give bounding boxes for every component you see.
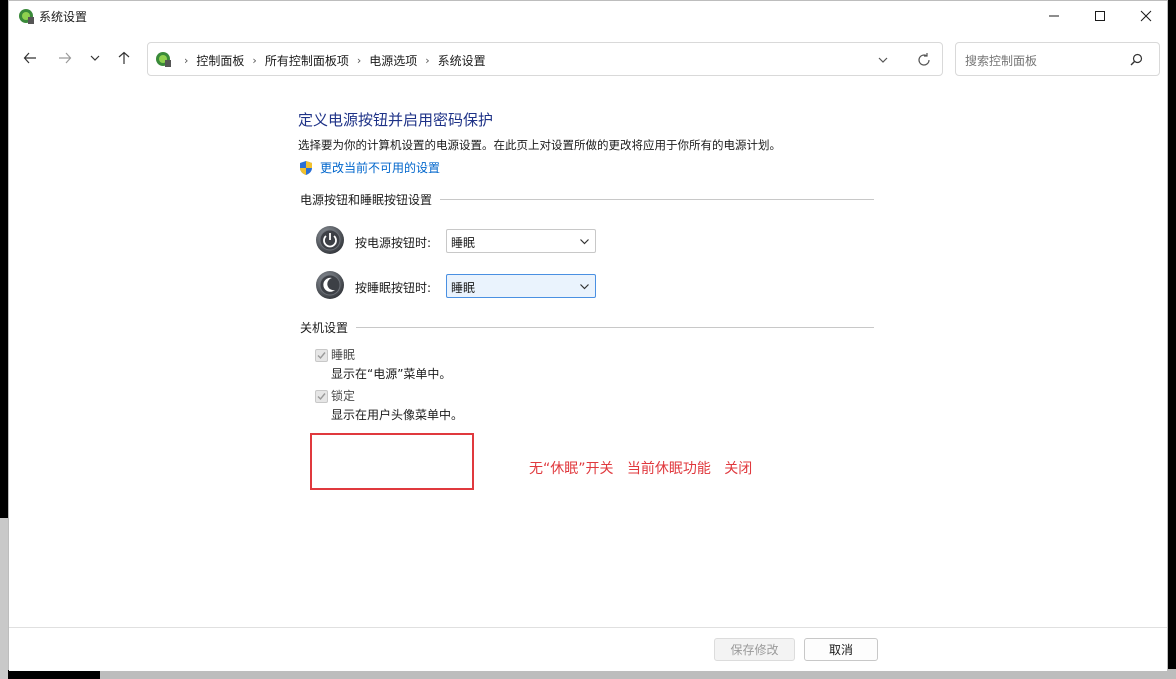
chevron-right-icon: › bbox=[184, 54, 189, 67]
sleep-checkbox[interactable] bbox=[315, 349, 328, 362]
arrow-left-icon bbox=[23, 52, 36, 64]
up-button[interactable] bbox=[113, 47, 135, 69]
chevron-right-icon: › bbox=[425, 54, 430, 67]
lock-option-label: 锁定 bbox=[331, 389, 356, 403]
power-button-label: 按电源按钮时: bbox=[355, 236, 432, 250]
select-value: 睡眠 bbox=[451, 281, 476, 295]
checkmark-icon bbox=[317, 393, 326, 401]
close-button[interactable] bbox=[1123, 1, 1169, 31]
breadcrumb-item[interactable]: 控制面板 bbox=[196, 52, 244, 69]
search-box[interactable]: 搜索控制面板 bbox=[955, 42, 1160, 76]
power-button-icon bbox=[316, 226, 344, 254]
lock-checkbox[interactable] bbox=[315, 390, 328, 403]
sleep-button-label: 按睡眠按钮时: bbox=[355, 281, 432, 295]
page-description: 选择要为你的计算机设置的电源设置。在此页上对设置所做的更改将应用于你所有的电源计… bbox=[298, 138, 781, 152]
sleep-option-description: 显示在“电源”菜单中。 bbox=[331, 367, 452, 381]
breadcrumb-item[interactable]: 系统设置 bbox=[438, 52, 486, 69]
chevron-right-icon: › bbox=[356, 54, 362, 67]
address-dropdown-icon[interactable] bbox=[876, 53, 890, 67]
recent-locations-button[interactable] bbox=[84, 47, 106, 69]
select-value: 睡眠 bbox=[451, 236, 476, 250]
change-link-label: 更改当前不可用的设置 bbox=[320, 161, 441, 175]
close-icon bbox=[1140, 10, 1152, 22]
arrow-right-icon bbox=[59, 52, 72, 64]
search-icon[interactable] bbox=[1130, 53, 1143, 66]
chevron-down-icon bbox=[580, 239, 589, 245]
lock-option-description: 显示在用户头像菜单中。 bbox=[331, 408, 464, 422]
forward-button[interactable] bbox=[54, 47, 76, 69]
minimize-icon bbox=[1049, 15, 1059, 17]
checkmark-icon bbox=[317, 352, 326, 360]
navigation-bar: › 控制面板 › 所有控制面板项 › 电源选项 › 系统设置 搜索控制面板 bbox=[9, 39, 1167, 79]
section-heading: 电源按钮和睡眠按钮设置 bbox=[300, 193, 433, 207]
system-settings-window: 系统设置 › 控制面板 › 所有控制面板项 › 电源选项 › 系统设置 搜索控制… bbox=[8, 0, 1168, 671]
buttons-section-header: 电源按钮和睡眠按钮设置 bbox=[300, 191, 874, 208]
control-panel-icon bbox=[19, 9, 34, 24]
breadcrumb-item[interactable]: 电源选项 bbox=[369, 52, 417, 69]
search-placeholder: 搜索控制面板 bbox=[965, 54, 1038, 68]
page-title: 定义电源按钮并启用密码保护 bbox=[298, 111, 494, 129]
highlight-box bbox=[310, 433, 474, 490]
cancel-button[interactable]: 取消 bbox=[804, 638, 878, 661]
save-changes-button[interactable]: 保存修改 bbox=[714, 638, 795, 661]
footer-bar: 保存修改 取消 bbox=[9, 627, 1167, 671]
maximize-button[interactable] bbox=[1077, 1, 1123, 31]
chevron-right-icon: › bbox=[252, 54, 257, 67]
desktop-background bbox=[0, 518, 8, 679]
sleep-button-icon bbox=[316, 271, 344, 299]
section-heading: 关机设置 bbox=[300, 321, 349, 335]
back-button[interactable] bbox=[19, 47, 41, 69]
maximize-icon bbox=[1095, 11, 1105, 21]
shield-icon bbox=[300, 160, 312, 175]
refresh-icon[interactable] bbox=[916, 52, 932, 68]
minimize-button[interactable] bbox=[1031, 1, 1077, 31]
shutdown-section-header: 关机设置 bbox=[300, 319, 874, 336]
divider bbox=[440, 199, 874, 200]
chevron-down-icon bbox=[580, 284, 589, 290]
power-button-action-select[interactable]: 睡眠 bbox=[446, 229, 596, 253]
window-title: 系统设置 bbox=[39, 10, 88, 24]
control-panel-icon bbox=[156, 52, 171, 67]
chevron-down-icon bbox=[90, 55, 100, 61]
title-bar: 系统设置 bbox=[9, 1, 1167, 31]
address-bar[interactable]: › 控制面板 › 所有控制面板项 › 电源选项 › 系统设置 bbox=[147, 42, 943, 76]
breadcrumb: › 控制面板 › 所有控制面板项 › 电源选项 › 系统设置 bbox=[176, 52, 486, 69]
sleep-option-label: 睡眠 bbox=[331, 348, 356, 362]
sleep-button-action-select[interactable]: 睡眠 bbox=[446, 274, 596, 298]
divider bbox=[356, 327, 874, 328]
change-unavailable-settings-link[interactable]: 更改当前不可用的设置 bbox=[298, 159, 440, 176]
arrow-up-icon bbox=[118, 51, 130, 64]
breadcrumb-item[interactable]: 所有控制面板项 bbox=[265, 52, 349, 69]
annotation-text: 无“休眠”开关 当前休眠功能 关闭 bbox=[529, 461, 753, 477]
